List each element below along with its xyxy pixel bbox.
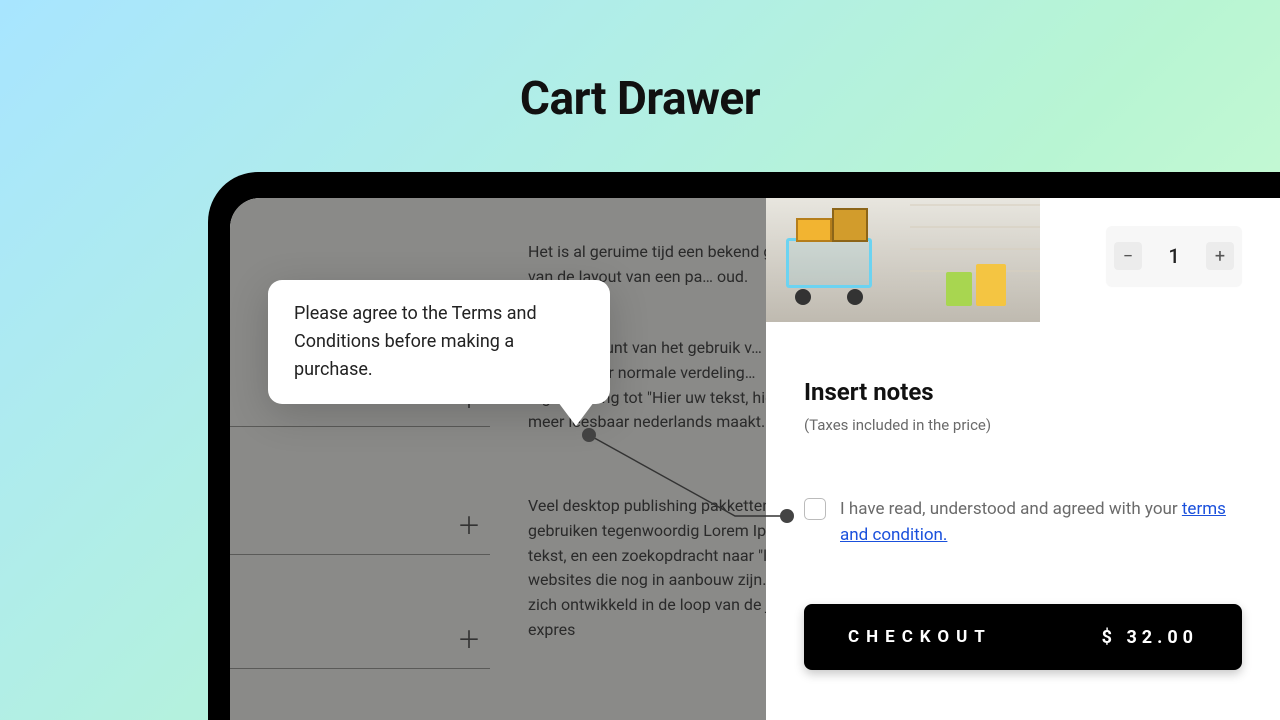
tooltip-message: Please agree to the Terms and Conditions… [294, 303, 537, 380]
terms-row: I have read, understood and agreed with … [804, 496, 1242, 549]
device-screen: Het is al geruime tijd een bekend gegev…… [230, 198, 1280, 720]
callout-dot [780, 509, 794, 523]
callout-dot [582, 428, 596, 442]
terms-text: I have read, understood and agreed with … [840, 496, 1242, 549]
divider [230, 426, 490, 427]
quantity-increment-button[interactable]: + [1206, 242, 1234, 270]
checkout-label: CHECKOUT [848, 627, 992, 647]
notes-subtext: (Taxes included in the price) [804, 416, 1242, 434]
terms-tooltip: Please agree to the Terms and Conditions… [268, 280, 610, 404]
divider [230, 554, 490, 555]
quantity-decrement-button[interactable]: − [1114, 242, 1142, 270]
notes-section: Insert notes (Taxes included in the pric… [804, 378, 1242, 434]
product-image [766, 198, 1040, 322]
quantity-value: 1 [1168, 244, 1179, 268]
expand-icon[interactable]: ＋ [458, 626, 480, 648]
checkout-button[interactable]: CHECKOUT $ 32.00 [804, 604, 1242, 670]
notes-heading: Insert notes [804, 378, 1242, 406]
cart-drawer-panel: − 1 + Insert notes (Taxes included in th… [766, 198, 1280, 720]
page-title: Cart Drawer [0, 72, 1280, 126]
terms-checkbox[interactable] [804, 498, 826, 520]
expand-icon[interactable]: ＋ [458, 512, 480, 534]
checkout-price: $ 32.00 [1102, 627, 1198, 648]
quantity-stepper: − 1 + [1106, 226, 1242, 286]
terms-prefix: I have read, understood and agreed with … [840, 499, 1182, 519]
device-frame: Het is al geruime tijd een bekend gegev…… [208, 172, 1280, 720]
divider [230, 668, 490, 669]
